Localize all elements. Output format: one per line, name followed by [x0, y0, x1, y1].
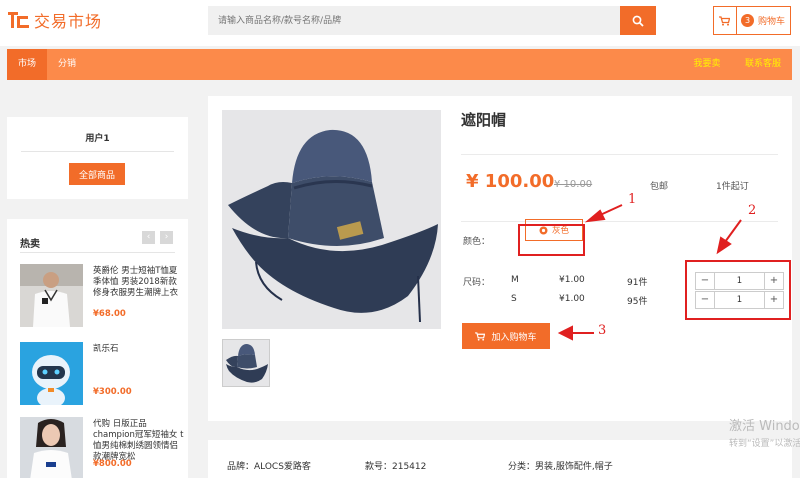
annotation-arrows	[557, 204, 742, 341]
activation-watermark-hint: 转到“设置”以激活	[729, 439, 800, 449]
attribute-category: 分类：男装,服饰配件,帽子	[508, 462, 613, 472]
attributes-panel: 品牌：ALOCS爱路客 款号：215412 分类：男装,服饰配件,帽子	[208, 440, 792, 478]
annotation-number: 3	[598, 323, 607, 338]
attribute-style-no: 款号：215412	[365, 462, 427, 472]
attribute-brand: 品牌：ALOCS爱路客	[227, 462, 311, 472]
annotation-number: 1	[628, 192, 637, 207]
activation-watermark: 激活 Windows	[729, 419, 800, 434]
annotation-number: 2	[748, 203, 757, 218]
